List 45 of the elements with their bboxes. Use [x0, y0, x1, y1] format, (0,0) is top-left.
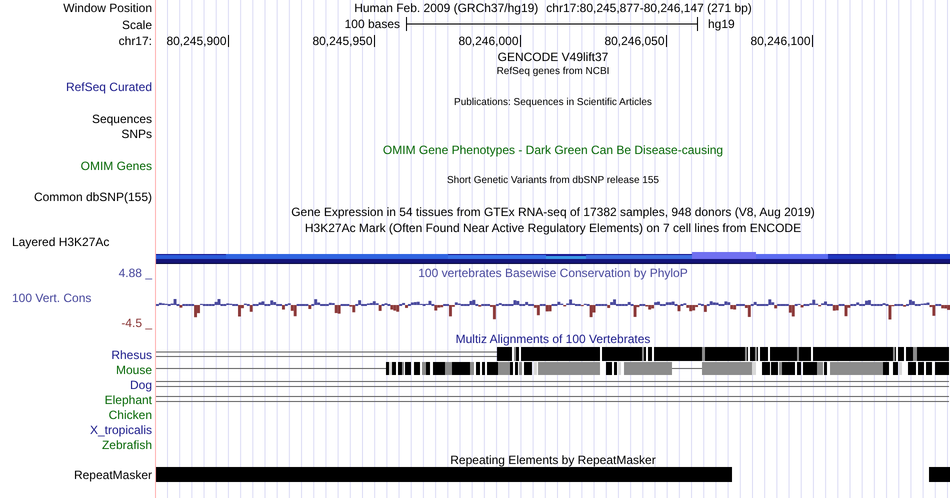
assembly-label: hg19 [708, 17, 735, 31]
track-title: GENCODE V49lift37 [498, 51, 608, 63]
track-label: OMIM Genes [80, 160, 152, 172]
assembly-title: Human Feb. 2009 (GRCh37/hg19) [354, 2, 538, 14]
track-title: Publications: Sequences in Scientific Articles [454, 98, 652, 108]
track-label: SNPs [121, 128, 152, 140]
track-label: RefSeq Curated [66, 81, 152, 93]
track-label: Dog [130, 378, 152, 390]
ruler-label: 80,246,100 [750, 34, 810, 48]
axis-max-label: 4.88 _ [118, 266, 152, 278]
ruler-tick [520, 34, 521, 48]
ruler-tick [812, 34, 813, 48]
ruler-label: 80,245,950 [312, 34, 372, 48]
repeat-block [929, 467, 950, 482]
track-label: X_tropicalis [90, 424, 152, 436]
track-label: Sequences [92, 112, 152, 124]
track-label: chr17: [118, 35, 152, 47]
track-label: Zebrafish [102, 438, 152, 450]
ruler-label: 80,246,000 [458, 34, 518, 48]
track-title: Short Genetic Variants from dbSNP release 155 [447, 176, 659, 186]
ruler-tick [666, 34, 667, 48]
track-title: 100 vertebrates Basewise Conservation by PhyloP [418, 266, 688, 278]
scale-length: 100 bases [344, 17, 400, 31]
track-title: Repeating Elements by RepeatMasker [450, 454, 656, 466]
track-label: Window Position [63, 2, 152, 14]
track-label: Common dbSNP(155) [34, 190, 152, 202]
ruler-tick [228, 34, 229, 48]
track-label: Layered H3K27Ac [12, 236, 110, 248]
track-title: H3K27Ac Mark (Often Found Near Active Regulatory Elements) on 7 cell lines from ENCODE [304, 222, 802, 234]
track-label: Chicken [108, 408, 152, 420]
ruler-tick [374, 34, 375, 48]
track-label: Scale [122, 18, 152, 30]
track-label: 100 Vert. Cons [11, 292, 92, 304]
track-title: RefSeq genes from NCBI [496, 67, 610, 77]
track-label: Rhesus [111, 348, 152, 360]
track-title: OMIM Gene Phenotypes - Dark Green Can Be Disease-causing [382, 144, 724, 156]
axis-min-label: -4.5 _ [120, 317, 152, 329]
track-title: Multiz Alignments of 100 Vertebrates [456, 332, 650, 344]
track-title: Gene Expression in 54 tissues from GTEx RNA-seq of 17382 samples, 948 donors (V8, Aug 2019) [291, 206, 815, 218]
track-label: Elephant [104, 394, 152, 406]
position-text: chr17:80,245,877-80,246,147 (271 bp) [546, 2, 752, 14]
ruler-label: 80,246,050 [604, 34, 664, 48]
ruler-label: 80,245,900 [166, 34, 226, 48]
track-label: Mouse [116, 364, 152, 376]
track-label: RepeatMasker [74, 469, 152, 481]
